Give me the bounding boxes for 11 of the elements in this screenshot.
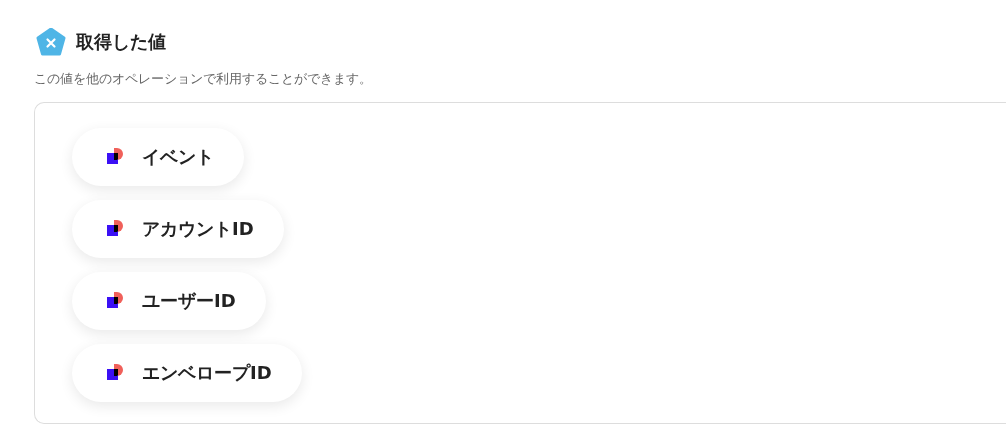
section-description: この値を他のオペレーションで利用することができます。: [34, 70, 373, 88]
value-chip[interactable]: ユーザーID: [72, 272, 266, 330]
app-logo-icon: [106, 291, 124, 311]
pentagon-x-icon: [36, 28, 66, 56]
section-title: 取得した値: [76, 30, 166, 54]
app-logo-icon: [106, 363, 124, 383]
app-logo-icon: [106, 219, 124, 239]
value-chip[interactable]: アカウントID: [72, 200, 284, 258]
app-logo-icon: [106, 147, 124, 167]
value-chip[interactable]: イベント: [72, 128, 244, 186]
value-chip[interactable]: エンベロープID: [72, 344, 302, 402]
